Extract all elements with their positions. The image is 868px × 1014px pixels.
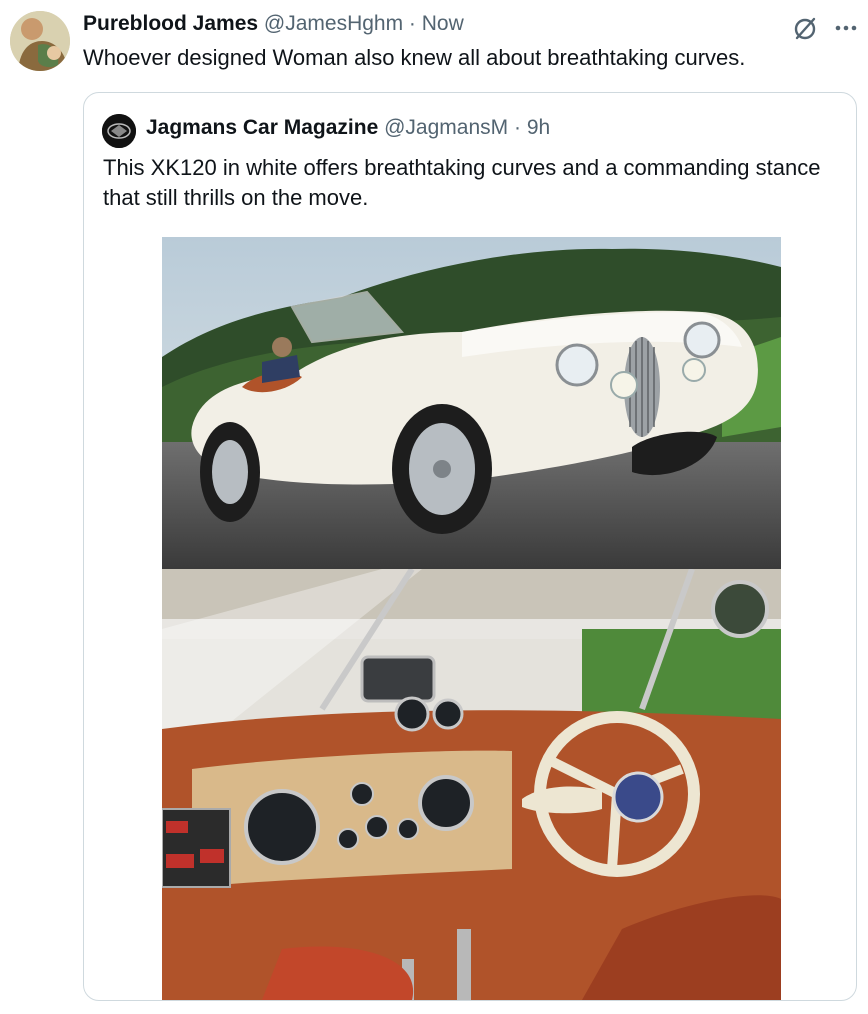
car-exterior-photo (162, 237, 781, 569)
time-separator: · (403, 12, 422, 35)
car-interior-photo (162, 569, 781, 1000)
tweet-header: Pureblood James @JamesHghm · Now (83, 12, 464, 36)
magazine-logo-icon (102, 114, 136, 148)
quoted-header: Jagmans Car Magazine @JagmansM · 9h (146, 116, 550, 140)
more-options-icon[interactable] (832, 18, 862, 38)
quoted-timestamp[interactable]: 9h (527, 116, 550, 139)
grok-icon[interactable] (790, 14, 820, 44)
tweet-timestamp[interactable]: Now (422, 12, 464, 35)
quoted-time-separator: · (508, 116, 527, 139)
quoted-author-avatar[interactable] (102, 114, 136, 148)
quoted-author-handle[interactable]: @JagmansM (384, 116, 508, 139)
avatar-image (10, 11, 70, 71)
quoted-author-name[interactable]: Jagmans Car Magazine (146, 116, 378, 139)
tweet-text: Whoever designed Woman also knew all abo… (83, 45, 746, 70)
quoted-tweet-card[interactable]: Jagmans Car Magazine @JagmansM · 9h This… (83, 92, 857, 1001)
author-avatar[interactable] (10, 11, 70, 71)
quoted-media[interactable] (162, 237, 781, 1000)
author-name[interactable]: Pureblood James (83, 12, 258, 35)
author-handle[interactable]: @JamesHghm (264, 12, 403, 35)
quoted-text: This XK120 in white offers breathtaking … (103, 155, 821, 210)
